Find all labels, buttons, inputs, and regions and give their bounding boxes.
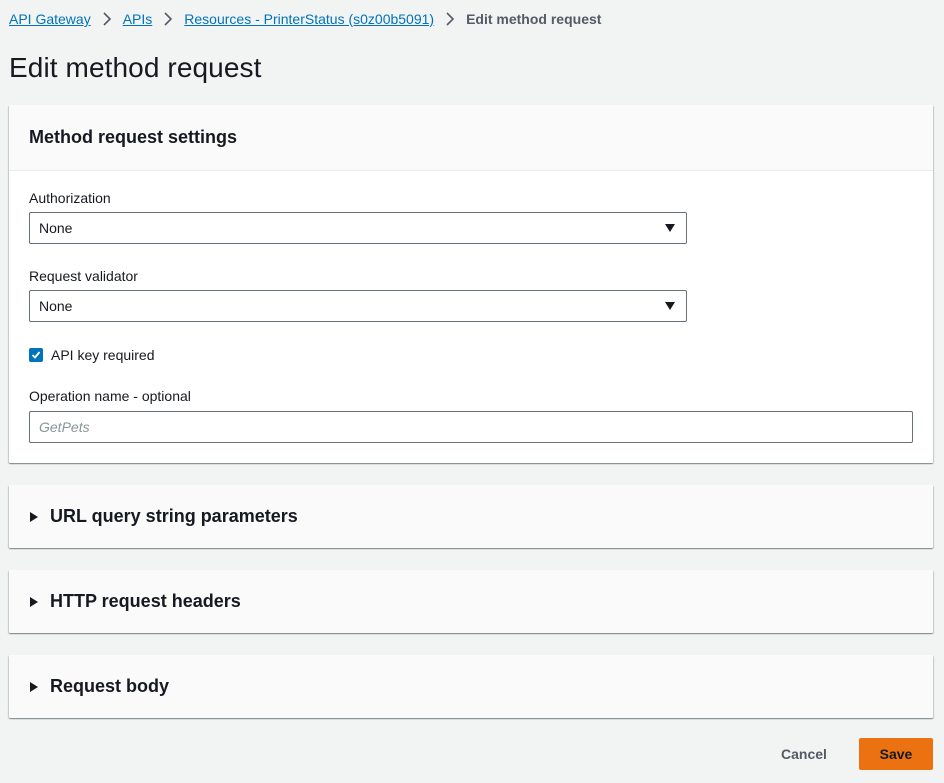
breadcrumb-resources[interactable]: Resources - PrinterStatus (s0z00b5091) [184,11,434,27]
url-query-string-parameters-expander[interactable]: URL query string parameters [9,485,933,548]
request-body-expander[interactable]: Request body [9,655,933,718]
authorization-value: None [39,220,73,236]
chevron-right-icon [91,12,123,26]
breadcrumb-apis[interactable]: APIs [123,11,153,27]
method-request-settings-panel: Method request settings Authorization No… [9,105,933,463]
breadcrumb: API Gateway APIs Resources - PrinterStat… [9,9,601,29]
authorization-select[interactable]: None [29,212,687,244]
expander-title: HTTP request headers [50,591,241,611]
request-validator-select[interactable]: None [29,290,687,322]
page-title: Edit method request [9,52,262,83]
expander-title: Request body [50,676,170,696]
breadcrumb-current: Edit method request [466,11,602,27]
check-icon [31,351,41,359]
cancel-button[interactable]: Cancel [768,738,840,770]
chevron-right-icon [152,12,184,26]
operation-name-input[interactable] [29,411,913,443]
request-validator-value: None [39,298,73,314]
authorization-label: Authorization [29,190,111,206]
caret-right-icon [30,511,38,522]
chevron-right-icon [434,12,466,26]
expander-title: URL query string parameters [50,506,298,526]
api-key-required-row: API key required [29,346,155,364]
caret-down-icon [665,302,675,310]
save-button[interactable]: Save [859,738,933,770]
api-key-required-label: API key required [51,347,155,363]
request-validator-label: Request validator [29,268,138,284]
http-request-headers-expander[interactable]: HTTP request headers [9,570,933,633]
operation-name-label: Operation name - optional [29,388,191,404]
caret-right-icon [30,596,38,607]
caret-down-icon [665,224,675,232]
api-key-required-checkbox[interactable] [29,348,43,362]
caret-right-icon [30,681,38,692]
panel-header: Method request settings [9,105,933,171]
breadcrumb-api-gateway[interactable]: API Gateway [9,11,91,27]
